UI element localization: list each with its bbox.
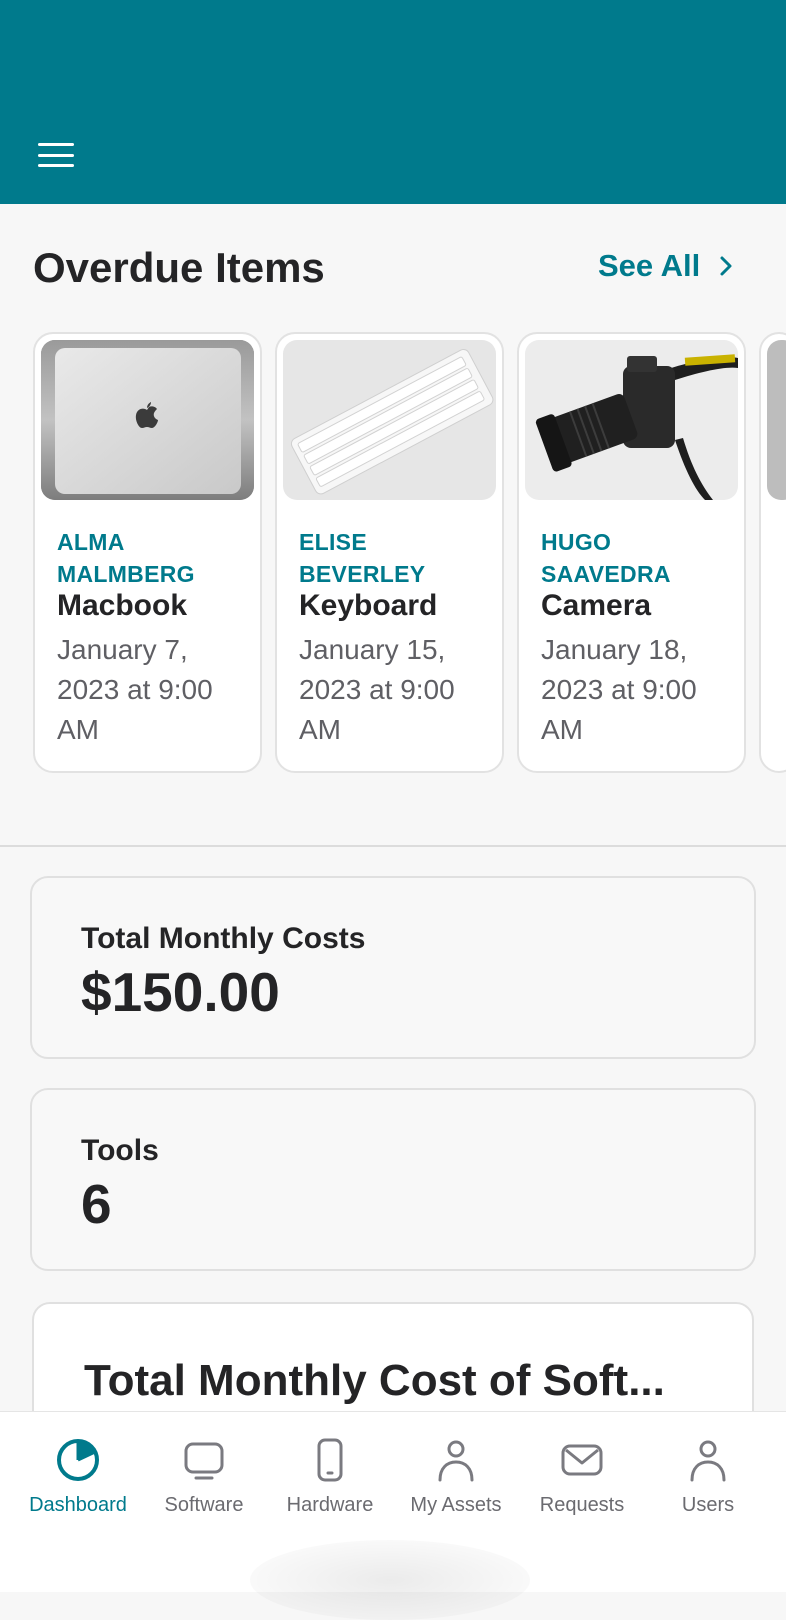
- owner-name: HUGO SAAVEDRA: [541, 529, 671, 587]
- overdue-items-section: Overdue Items See All ALMA MALMBERG Macb…: [0, 204, 786, 847]
- chevron-right-icon: [720, 256, 732, 276]
- item-photo: [767, 340, 786, 500]
- item-name: Camera: [541, 589, 652, 622]
- laptop-photo: [41, 340, 254, 500]
- keyboard-photo: [283, 340, 496, 500]
- camera-photo: [525, 340, 738, 500]
- home-indicator-shadow: [250, 1540, 530, 1620]
- tab-requests[interactable]: Requests: [519, 1436, 645, 1517]
- tab-label: Users: [681, 1494, 735, 1516]
- overdue-card[interactable]: ELISE BEVERLEY Keyboard January 15, 2023…: [275, 332, 504, 773]
- tab-software[interactable]: Software: [141, 1436, 267, 1517]
- menu-icon-bar: [38, 164, 74, 167]
- due-date: January 15, 2023 at 9:00 AM: [299, 634, 455, 745]
- overdue-card-partial[interactable]: [759, 332, 786, 773]
- overdue-card[interactable]: HUGO SAAVEDRA Camera January 18, 2023 at…: [517, 332, 746, 773]
- person-icon: [438, 1440, 474, 1482]
- due-date: January 7, 2023 at 9:00 AM: [57, 634, 213, 745]
- mail-icon: [561, 1444, 603, 1476]
- tab-label: Hardware: [286, 1494, 374, 1516]
- tab-label: Requests: [539, 1494, 625, 1516]
- tab-hardware[interactable]: Hardware: [267, 1436, 393, 1517]
- tab-label: My Assets: [410, 1494, 502, 1516]
- menu-icon-bar: [38, 153, 74, 157]
- app-header: [0, 0, 786, 204]
- due-date: January 18, 2023 at 9:00 AM: [541, 634, 697, 745]
- overdue-card[interactable]: ALMA MALMBERG Macbook January 7, 2023 at…: [33, 332, 262, 773]
- owner-name: ELISE BEVERLEY: [299, 529, 426, 587]
- item-name: Macbook: [57, 589, 188, 622]
- section-title: Overdue Items: [33, 244, 325, 291]
- see-all-label: See All: [598, 248, 701, 283]
- tools-card: Tools 6: [30, 1088, 756, 1271]
- stat-value: 6: [81, 1173, 112, 1235]
- stat-value: $150.00: [81, 961, 280, 1023]
- item-name: Keyboard: [299, 589, 438, 622]
- tab-my-assets[interactable]: My Assets: [393, 1436, 519, 1517]
- monitor-icon: [184, 1442, 224, 1480]
- tab-label: Dashboard: [29, 1494, 127, 1516]
- total-monthly-costs-card: Total Monthly Costs $150.00: [30, 876, 756, 1059]
- stat-label: Tools: [81, 1134, 159, 1167]
- menu-icon-bar: [38, 143, 74, 146]
- stat-label: Total Monthly Costs: [81, 922, 366, 955]
- tab-users[interactable]: Users: [645, 1436, 771, 1517]
- overdue-carousel[interactable]: ALMA MALMBERG Macbook January 7, 2023 at…: [33, 332, 786, 774]
- owner-name: ALMA MALMBERG: [57, 529, 195, 587]
- see-all-link[interactable]: See All: [598, 248, 738, 284]
- card-title: Total Monthly Cost of Soft...: [84, 1356, 665, 1405]
- tab-dashboard[interactable]: Dashboard: [15, 1436, 141, 1517]
- dashboard-icon: [57, 1439, 99, 1481]
- menu-button[interactable]: [36, 140, 76, 170]
- person-icon: [690, 1440, 726, 1482]
- phone-icon: [317, 1438, 343, 1482]
- tab-label: Software: [164, 1494, 244, 1516]
